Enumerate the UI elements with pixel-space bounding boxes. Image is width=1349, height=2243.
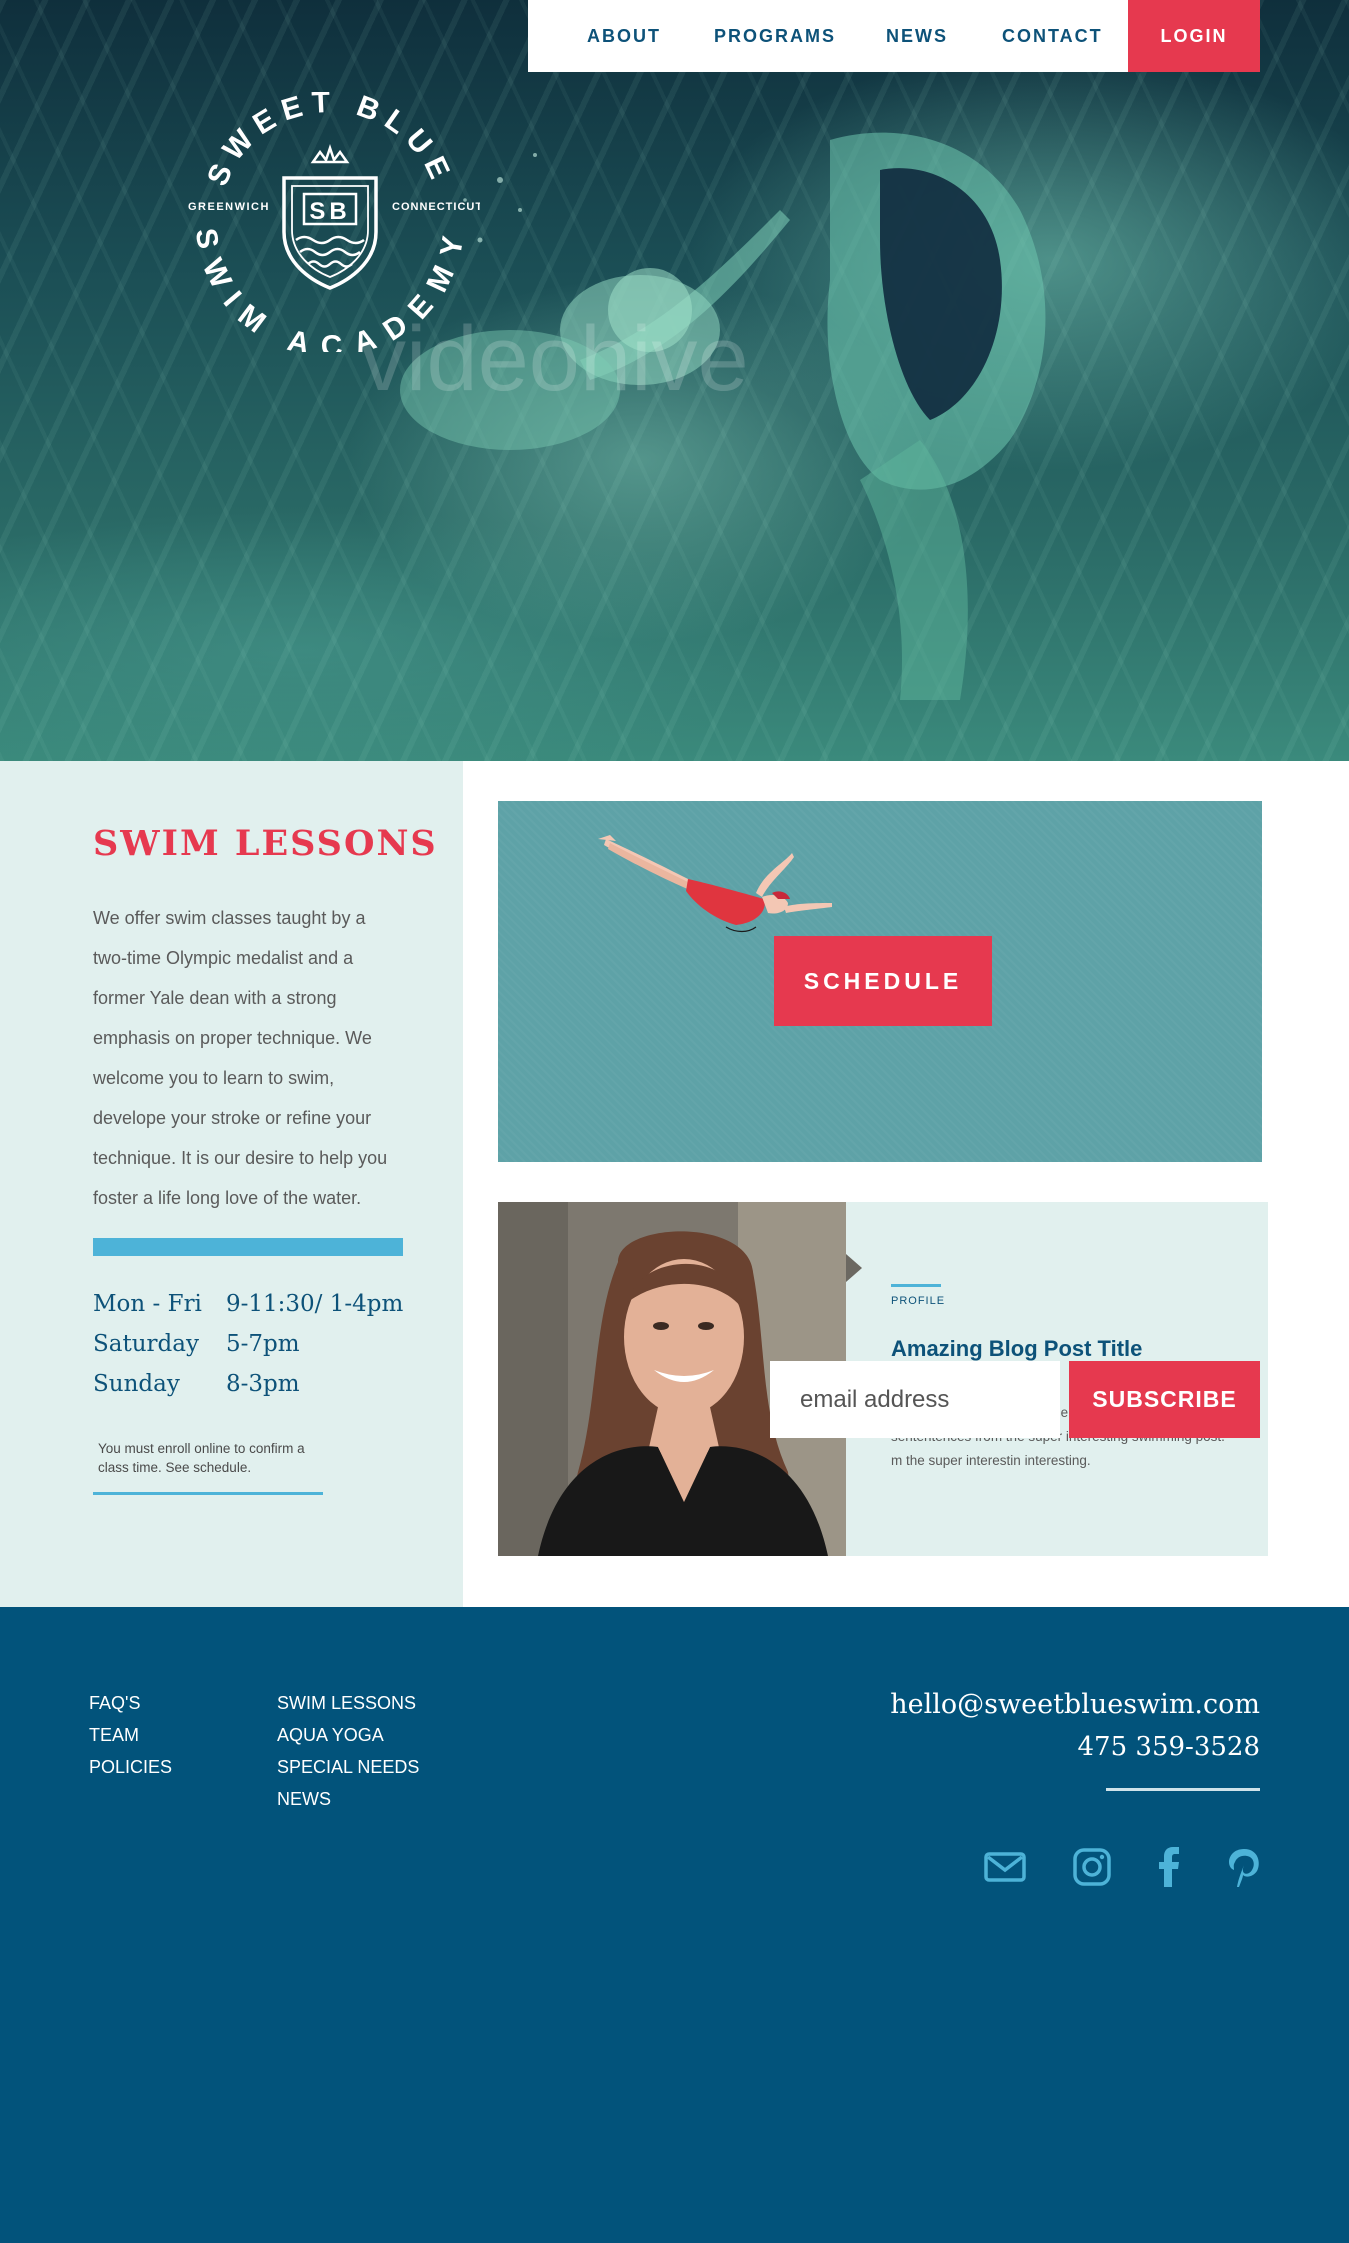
hours-row: Sunday 8-3pm [93, 1364, 403, 1404]
divider-line [1106, 1788, 1260, 1791]
footer-links-col-2: SWIM LESSONS AQUA YOGA SPECIAL NEEDS NEW… [277, 1687, 419, 1815]
footer-link-aqua-yoga[interactable]: AQUA YOGA [277, 1719, 419, 1751]
hours-table: Mon - Fri 9-11:30/ 1-4pm Saturday 5-7pm … [93, 1284, 403, 1404]
hours-time: 8-3pm [226, 1371, 300, 1397]
sweet-blue-logo[interactable]: SWEET BLUE SWIM ACADEMY GREENWICH CONNEC… [180, 92, 480, 352]
contact-phone[interactable]: 475 359-3528 [1078, 1732, 1260, 1762]
logo-monogram: SB [309, 198, 350, 225]
hours-row: Mon - Fri 9-11:30/ 1-4pm [93, 1284, 403, 1324]
swim-lessons-panel: SWIM LESSONS We offer swim classes taugh… [0, 761, 463, 1607]
nav-about[interactable]: ABOUT [587, 26, 661, 47]
hours-row: Saturday 5-7pm [93, 1324, 403, 1364]
nav-news[interactable]: NEWS [886, 26, 948, 47]
schedule-card: SCHEDULE [498, 801, 1262, 1162]
top-nav: ABOUT PROGRAMS NEWS CONTACT LOGIN [528, 0, 1260, 72]
footer-links-col-1: FAQ'S TEAM POLICIES [89, 1687, 172, 1783]
hours-time: 5-7pm [226, 1331, 300, 1357]
logo-right-text: CONNECTICUT [392, 201, 480, 213]
profile-label: PROFILE [891, 1295, 946, 1307]
card-pointer [846, 1254, 862, 1282]
schedule-button[interactable]: SCHEDULE [774, 936, 992, 1026]
contact-email[interactable]: hello@sweetblueswim.com [890, 1689, 1260, 1720]
logo-left-text: GREENWICH [188, 201, 270, 213]
swim-lessons-description: We offer swim classes taught by a two-ti… [93, 908, 388, 1208]
footer-link-news[interactable]: NEWS [277, 1783, 419, 1815]
diver-illustration [598, 835, 832, 933]
hero-swimmers-image: videohive [360, 132, 1046, 700]
svg-text:SWEET BLUE: SWEET BLUE [201, 92, 459, 191]
divider-line [93, 1492, 323, 1495]
login-button[interactable]: LOGIN [1128, 0, 1260, 72]
swim-lessons-title: SWIM LESSONS [93, 823, 438, 864]
newsletter-email-input[interactable] [770, 1361, 1060, 1438]
footer-link-swim-lessons[interactable]: SWIM LESSONS [277, 1687, 419, 1719]
hours-day: Mon - Fri [93, 1291, 202, 1317]
hours-time: 9-11:30/ 1-4pm [226, 1291, 404, 1317]
hours-day: Sunday [93, 1371, 180, 1397]
pinterest-icon[interactable] [1222, 1845, 1266, 1889]
instagram-icon[interactable] [1070, 1845, 1114, 1889]
mail-icon[interactable] [983, 1845, 1027, 1889]
hero-banner: videohive SWEET BLUE SWIM ACADEMY GREENW… [0, 0, 1349, 761]
hours-day: Saturday [93, 1331, 199, 1357]
site-footer: FAQ'S TEAM POLICIES SWIM LESSONS AQUA YO… [0, 1607, 1349, 2243]
enroll-note: You must enroll online to confirm a clas… [98, 1441, 305, 1475]
divider-bar [93, 1238, 403, 1256]
subscribe-button[interactable]: SUBSCRIBE [1069, 1361, 1260, 1438]
nav-contact[interactable]: CONTACT [1002, 26, 1103, 47]
footer-link-policies[interactable]: POLICIES [89, 1751, 172, 1783]
footer-link-faqs[interactable]: FAQ'S [89, 1687, 172, 1719]
facebook-icon[interactable] [1147, 1845, 1191, 1889]
footer-link-special-needs[interactable]: SPECIAL NEEDS [277, 1751, 419, 1783]
footer-link-team[interactable]: TEAM [89, 1719, 172, 1751]
logo-top-text: SWEET BLUE [201, 92, 451, 191]
nav-programs[interactable]: PROGRAMS [714, 26, 836, 47]
label-underline [891, 1284, 941, 1287]
